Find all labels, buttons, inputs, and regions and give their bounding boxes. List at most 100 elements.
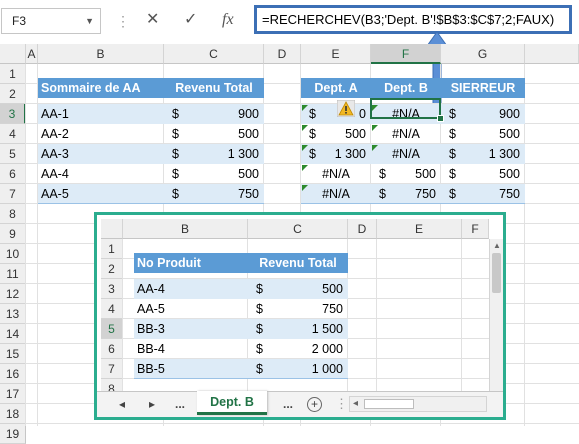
summary-row-name[interactable]: AA-5 (41, 184, 161, 204)
error-indicator-icon[interactable] (302, 145, 308, 151)
column-header-b[interactable]: B (38, 44, 164, 64)
embedded-row-header-1[interactable]: 1 (101, 239, 123, 259)
embedded-row-name[interactable]: AA-4 (137, 279, 247, 299)
row-header-14[interactable]: 14 (0, 324, 26, 344)
row-header-16[interactable]: 16 (0, 364, 26, 384)
row-header-10[interactable]: 10 (0, 244, 26, 264)
error-indicator-icon[interactable] (302, 125, 308, 131)
dept-s-value[interactable]: 500 (441, 124, 525, 144)
sierreur-header[interactable]: SIERREUR (441, 78, 525, 98)
summary-row-value[interactable]: 500 (194, 164, 264, 184)
summary-row-value[interactable]: 750 (194, 184, 264, 204)
dept-b-value[interactable]: #N/A (371, 124, 441, 144)
dept-a-value[interactable]: #N/A (301, 164, 371, 184)
dept-s-value[interactable]: 1 300 (441, 144, 525, 164)
row-header-8[interactable]: 8 (0, 204, 26, 224)
embedded-row-value[interactable]: 750 (278, 299, 348, 319)
embedded-header-product[interactable]: No Produit (134, 253, 248, 273)
row-header-4[interactable]: 4 (0, 124, 26, 144)
summary-row-value[interactable]: 1 300 (194, 144, 264, 164)
dept-a-value[interactable]: #N/A (301, 184, 371, 204)
embedded-row-name[interactable]: AA-5 (137, 299, 247, 319)
row-header-17[interactable]: 17 (0, 384, 26, 404)
select-all-corner[interactable] (0, 44, 26, 64)
embedded-row-name[interactable]: BB-5 (137, 359, 247, 379)
warning-icon[interactable] (337, 100, 355, 117)
embedded-row-value[interactable]: 500 (278, 279, 348, 299)
embedded-column-header-c[interactable]: C (248, 219, 348, 239)
add-sheet-icon[interactable]: + (307, 397, 322, 412)
tab-dept-b[interactable]: Dept. B (197, 391, 267, 415)
embedded-column-header-f[interactable]: F (462, 219, 489, 239)
scroll-left-icon[interactable]: ◂ (353, 397, 358, 411)
column-header-c[interactable]: C (164, 44, 264, 64)
summary-row-value[interactable]: 900 (194, 104, 264, 124)
embedded-column-header-b[interactable]: B (123, 219, 248, 239)
summary-row-name[interactable]: AA-4 (41, 164, 161, 184)
more-options-icon[interactable]: ⋮ (116, 14, 130, 28)
horizontal-scrollbar[interactable]: ◂ (349, 396, 487, 412)
embedded-row-value[interactable]: 1 500 (278, 319, 348, 339)
tab-prev-icon[interactable]: ◂ (119, 397, 125, 411)
column-header-a[interactable]: A (26, 44, 38, 64)
embedded-column-header-d[interactable]: D (348, 219, 377, 239)
summary-row-name[interactable]: AA-2 (41, 124, 161, 144)
embedded-column-header-e[interactable]: E (377, 219, 462, 239)
column-header-d[interactable]: D (264, 44, 301, 64)
embedded-select-all[interactable] (101, 219, 123, 239)
summary-row-name[interactable]: AA-3 (41, 144, 161, 164)
summary-header-revenue[interactable]: Revenu Total (164, 78, 264, 98)
row-header-1[interactable]: 1 (0, 64, 26, 84)
error-indicator-icon[interactable] (372, 145, 378, 151)
row-header-13[interactable]: 13 (0, 304, 26, 324)
row-header-7[interactable]: 7 (0, 184, 26, 204)
vertical-scrollbar[interactable]: ▲ (489, 239, 503, 391)
horizontal-scroll-thumb[interactable] (364, 399, 414, 409)
embedded-row-header-2[interactable]: 2 (101, 259, 123, 279)
error-indicator-icon[interactable] (372, 125, 378, 131)
row-header-9[interactable]: 9 (0, 224, 26, 244)
tab-next-icon[interactable]: ▸ (149, 397, 155, 411)
error-indicator-icon[interactable] (302, 105, 308, 111)
name-box[interactable]: F3 ▼ (1, 8, 101, 34)
summary-header-name[interactable]: Sommaire de AA (38, 78, 164, 98)
embedded-row-value[interactable]: 2 000 (278, 339, 348, 359)
error-indicator-icon[interactable] (302, 165, 308, 171)
fill-handle[interactable] (437, 115, 444, 122)
embedded-row-header-5[interactable]: 5 (101, 319, 123, 339)
embedded-row-header-4[interactable]: 4 (101, 299, 123, 319)
dept-b-value[interactable]: #N/A (371, 144, 441, 164)
tab-splitter-icon[interactable]: ⋮ (335, 395, 348, 413)
row-header-6[interactable]: 6 (0, 164, 26, 184)
enter-icon[interactable]: ✓ (184, 10, 197, 30)
dept-s-value[interactable]: 500 (441, 164, 525, 184)
row-header-15[interactable]: 15 (0, 344, 26, 364)
dept-a-value[interactable]: 0 (301, 104, 371, 124)
row-header-2[interactable]: 2 (0, 84, 26, 104)
summary-row-value[interactable]: 500 (194, 124, 264, 144)
dept-b-value[interactable]: 750 (371, 184, 441, 204)
embedded-row-header-6[interactable]: 6 (101, 339, 123, 359)
dept-s-value[interactable]: 900 (441, 104, 525, 124)
row-header-18[interactable]: 18 (0, 404, 26, 424)
tab-ellipsis-left[interactable]: ... (175, 397, 185, 411)
dept-a-value[interactable]: 500 (301, 124, 371, 144)
column-header-f[interactable]: F (371, 44, 441, 64)
embedded-row-header-3[interactable]: 3 (101, 279, 123, 299)
error-indicator-icon[interactable] (302, 185, 308, 191)
tab-ellipsis-right[interactable]: ... (283, 397, 293, 411)
row-header-12[interactable]: 12 (0, 284, 26, 304)
scroll-up-icon[interactable]: ▲ (493, 241, 501, 250)
dept-a-header[interactable]: Dept. A (301, 78, 371, 98)
dept-a-value[interactable]: 1 300 (301, 144, 371, 164)
embedded-header-revenue[interactable]: Revenu Total (248, 253, 348, 273)
row-header-3[interactable]: 3 (0, 104, 26, 124)
embedded-row-header-7[interactable]: 7 (101, 359, 123, 379)
cancel-icon[interactable]: ✕ (146, 10, 159, 30)
embedded-row-value[interactable]: 1 000 (278, 359, 348, 379)
dept-b-value[interactable]: 500 (371, 164, 441, 184)
dept-s-value[interactable]: 750 (441, 184, 525, 204)
summary-row-name[interactable]: AA-1 (41, 104, 161, 124)
embedded-row-name[interactable]: BB-3 (137, 319, 247, 339)
active-cell-selection[interactable] (370, 98, 441, 119)
